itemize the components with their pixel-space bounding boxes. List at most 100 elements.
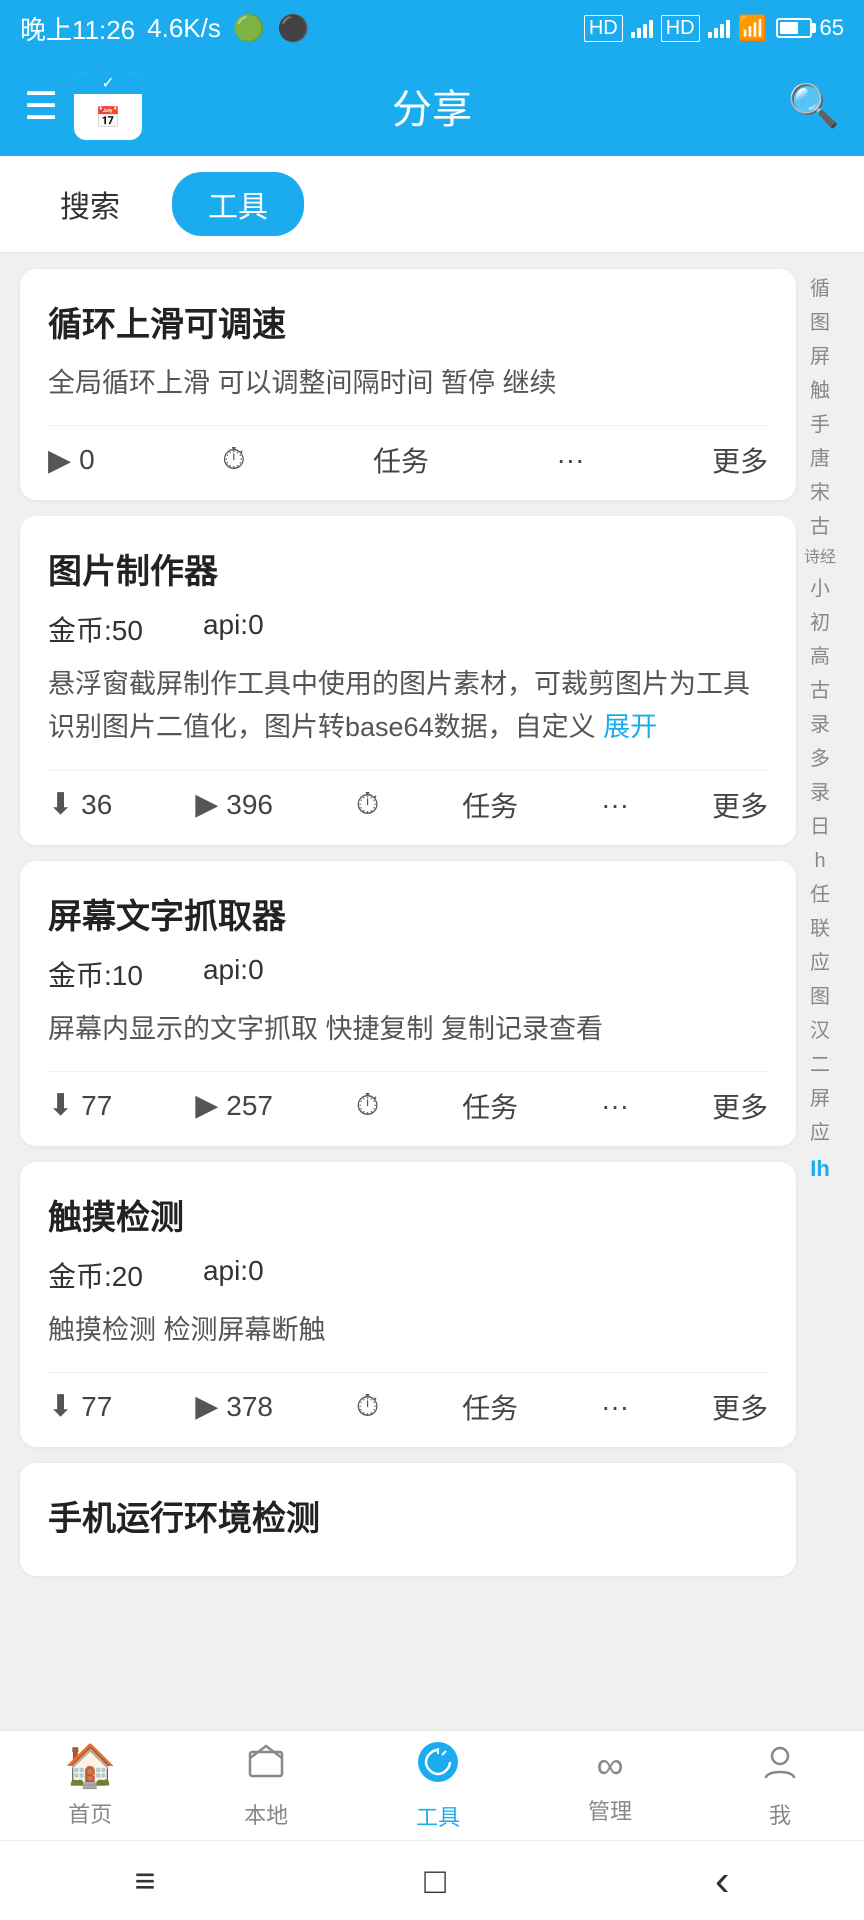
hd-label2: HD (661, 15, 700, 42)
card3-timer-btn[interactable]: ⏱ (356, 1089, 379, 1123)
index-图[interactable]: 图 (810, 307, 830, 339)
card1-desc: 全局循环上滑 可以调整间隔时间 暂停 继续 (48, 362, 768, 405)
card2-coins: 金币:50 (48, 609, 143, 649)
index-图2[interactable]: 图 (810, 981, 830, 1013)
status-speed: 4.6K/s (147, 13, 221, 44)
card2-play-btn[interactable]: ▶ 396 (195, 787, 273, 822)
card2-more-dots-btn[interactable]: ··· (601, 789, 629, 821)
wifi-icon: 📶 (738, 14, 768, 43)
home-icon: 🏠 (64, 1742, 116, 1791)
card3-actions: ⬇ 77 ▶ 257 ⏱ 任务 ··· 更多 (48, 1071, 768, 1126)
card2-more-label-btn[interactable]: 更多 (712, 785, 768, 825)
index-应2[interactable]: 应 (810, 1117, 830, 1149)
card2-api: api:0 (203, 609, 264, 649)
card4-coins: 金币:20 (48, 1255, 143, 1295)
card1-task-btn[interactable]: 任务 (373, 440, 429, 480)
timer-icon4: ⏱ (356, 1390, 379, 1424)
card3-coins: 金币:10 (48, 954, 143, 994)
play-icon2: ▶ (195, 787, 218, 822)
signal-icon2 (708, 18, 730, 38)
nav-tools[interactable]: 工具 (416, 1740, 460, 1832)
sys-back-btn[interactable]: ‹ (715, 1856, 730, 1906)
calendar-icon[interactable]: ✓ 📅 (74, 72, 142, 140)
card3-play-btn[interactable]: ▶ 257 (195, 1088, 273, 1123)
card3-more-label-btn[interactable]: 更多 (712, 1086, 768, 1126)
card2-download-btn[interactable]: ⬇ 36 (48, 787, 112, 822)
index-宋[interactable]: 宋 (810, 477, 830, 509)
index-手[interactable]: 手 (810, 409, 830, 441)
index-唐[interactable]: 唐 (810, 443, 830, 475)
card4-more-label-btn[interactable]: 更多 (712, 1387, 768, 1427)
index-二[interactable]: 二 (810, 1049, 830, 1081)
index-应[interactable]: 应 (810, 947, 830, 979)
card3-api: api:0 (203, 954, 264, 994)
card5-title: 手机运行环境检测 (48, 1491, 768, 1540)
tab-search[interactable]: 搜索 (24, 172, 156, 236)
calendar-check-icon: ✓ (101, 73, 114, 93)
card2-expand-link[interactable]: 展开 (603, 712, 657, 742)
index-录[interactable]: 录 (810, 709, 830, 741)
index-h[interactable]: h (814, 845, 825, 877)
tools-icon (416, 1740, 460, 1794)
card3-title: 屏幕文字抓取器 (48, 889, 768, 938)
index-高[interactable]: 高 (810, 641, 830, 673)
status-emoji1: 🟢 (233, 13, 265, 44)
card1-title: 循环上滑可调速 (48, 297, 768, 346)
index-屏[interactable]: 屏 (810, 341, 830, 373)
card2-task-btn[interactable]: 任务 (462, 785, 518, 825)
card4-timer-btn[interactable]: ⏱ (356, 1390, 379, 1424)
card4-more-dots-btn[interactable]: ··· (601, 1391, 629, 1423)
card4-desc: 触摸检测 检测屏幕断触 (48, 1309, 768, 1352)
card2-desc: 悬浮窗截屏制作工具中使用的图片素材，可裁剪图片为工具识别图片二值化，图片转bas… (48, 663, 768, 749)
index-联[interactable]: 联 (810, 913, 830, 945)
more-icon4: ··· (601, 1391, 629, 1423)
cards-area: 循环上滑可调速 全局循环上滑 可以调整间隔时间 暂停 继续 ▶ 0 ⏱ 任务 ·… (20, 269, 796, 1792)
card4-play-btn[interactable]: ▶ 378 (195, 1389, 273, 1424)
search-icon[interactable]: 🔍 (788, 82, 840, 131)
index-汉[interactable]: 汉 (810, 1015, 830, 1047)
sys-menu-btn[interactable]: ≡ (134, 1860, 155, 1902)
index-初[interactable]: 初 (810, 607, 830, 639)
battery-icon (776, 18, 812, 38)
sys-home-btn[interactable]: □ (424, 1860, 446, 1902)
timer-icon2: ⏱ (356, 788, 379, 822)
index-小[interactable]: 小 (810, 573, 830, 605)
more-icon2: ··· (601, 789, 629, 821)
index-触[interactable]: 触 (810, 375, 830, 407)
card4-meta: 金币:20 api:0 (48, 1255, 768, 1295)
index-诗经[interactable]: 诗经 (804, 545, 836, 571)
nav-local-label: 本地 (244, 1798, 288, 1830)
index-录2[interactable]: 录 (810, 777, 830, 809)
card1-more-label-btn[interactable]: 更多 (712, 440, 768, 480)
card2-timer-btn[interactable]: ⏱ (356, 788, 379, 822)
card1-timer-btn[interactable]: ⏱ (222, 443, 245, 477)
index-屏2[interactable]: 屏 (810, 1083, 830, 1115)
index-古[interactable]: 古 (810, 511, 830, 543)
manage-icon: ∞ (597, 1745, 624, 1788)
card4-task-btn[interactable]: 任务 (462, 1387, 518, 1427)
index-循[interactable]: 循 (810, 273, 830, 305)
index-任[interactable]: 任 (810, 879, 830, 911)
card1-play-btn[interactable]: ▶ 0 (48, 443, 95, 478)
index-多[interactable]: 多 (810, 743, 830, 775)
header-title: 分享 (392, 77, 472, 135)
index-ih: Ih (810, 1151, 830, 1186)
download-icon: ⬇ (48, 787, 73, 822)
card3-task-btn[interactable]: 任务 (462, 1086, 518, 1126)
card3-download-btn[interactable]: ⬇ 77 (48, 1088, 112, 1123)
menu-icon[interactable]: ☰ (24, 84, 58, 129)
status-emoji2: ⚫ (277, 13, 309, 44)
status-left: 晚上11:26 4.6K/s 🟢 ⚫ (20, 10, 310, 47)
nav-local[interactable]: 本地 (244, 1742, 288, 1830)
card1-more-btn[interactable]: ··· (556, 444, 584, 476)
card4-download-btn[interactable]: ⬇ 77 (48, 1389, 112, 1424)
card2-meta: 金币:50 api:0 (48, 609, 768, 649)
timer-icon: ⏱ (222, 443, 245, 477)
nav-home[interactable]: 🏠 首页 (64, 1742, 116, 1829)
index-日[interactable]: 日 (810, 811, 830, 843)
nav-me[interactable]: 我 (760, 1742, 800, 1830)
card3-more-dots-btn[interactable]: ··· (601, 1090, 629, 1122)
tab-tools[interactable]: 工具 (172, 172, 304, 236)
nav-manage[interactable]: ∞ 管理 (588, 1745, 632, 1826)
index-古2[interactable]: 古 (810, 675, 830, 707)
